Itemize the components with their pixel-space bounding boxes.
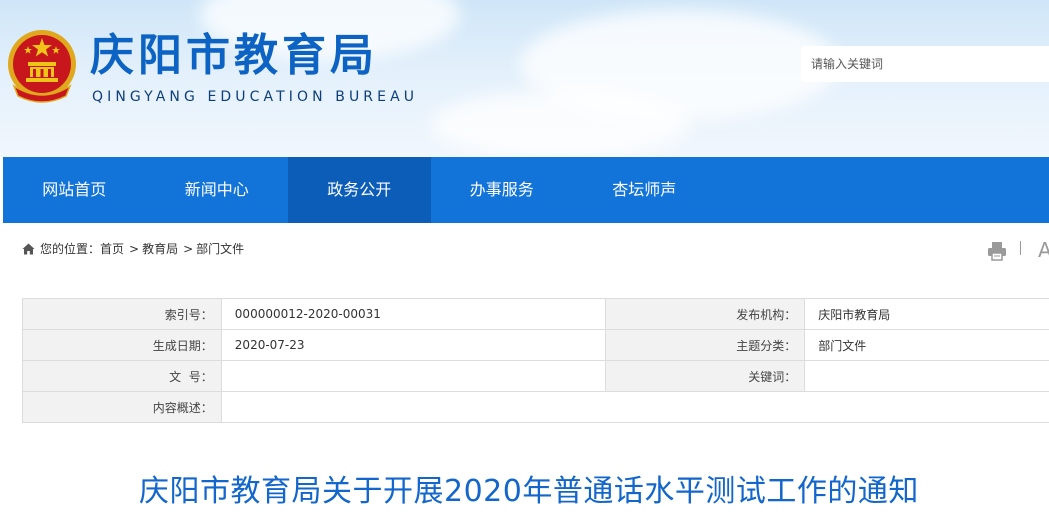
tool-divider <box>1020 241 1021 255</box>
breadcrumb-bureau-link[interactable]: 教育局 <box>142 240 178 258</box>
document-meta-table: 索引号： 000000012-2020-00031 发布机构： 庆阳市教育局 生… <box>22 298 1049 423</box>
date-label: 生成日期： <box>22 329 222 361</box>
header-cloud-decoration <box>430 90 690 157</box>
publisher-label: 发布机构： <box>605 298 806 330</box>
summary-label: 内容概述： <box>22 391 222 423</box>
nav-item-services[interactable]: 办事服务 <box>431 157 574 223</box>
home-icon <box>22 243 35 255</box>
table-row: 索引号： 000000012-2020-00031 发布机构： 庆阳市教育局 <box>22 298 1049 330</box>
table-row: 生成日期： 2020-07-23 主题分类： 部门文件 <box>22 329 1049 361</box>
site-subtitle: QINGYANG EDUCATION BUREAU <box>92 89 419 105</box>
font-size-button[interactable]: A <box>1038 238 1049 262</box>
index-label: 索引号： <box>22 298 222 330</box>
summary-value <box>220 391 1049 423</box>
breadcrumb: 您的位置： 首页 > 教育局 > 部门文件 <box>22 240 244 258</box>
index-value: 000000012-2020-00031 <box>220 298 607 330</box>
breadcrumb-separator: > <box>183 242 194 256</box>
category-value: 部门文件 <box>804 329 1049 361</box>
site-title: 庆阳市教育局 <box>90 30 378 81</box>
keywords-value <box>804 360 1049 392</box>
breadcrumb-home-link[interactable]: 首页 <box>100 240 124 258</box>
search-input[interactable] <box>801 46 1049 82</box>
table-row: 文 号： 关键词： <box>22 360 1049 392</box>
table-row: 内容概述： <box>22 391 1049 423</box>
nav-item-news[interactable]: 新闻中心 <box>146 157 289 223</box>
article-title: 庆阳市教育局关于开展2020年普通话水平测试工作的通知 <box>139 474 919 509</box>
breadcrumb-prefix: 您的位置： <box>40 242 101 256</box>
national-emblem-icon <box>8 30 76 103</box>
date-value: 2020-07-23 <box>220 329 607 361</box>
print-icon[interactable] <box>987 241 1007 261</box>
keywords-label: 关键词： <box>605 360 806 392</box>
docno-value <box>220 360 607 392</box>
breadcrumb-separator: > <box>129 242 140 256</box>
nav-item-teacher-voice[interactable]: 杏坛师声 <box>573 157 716 223</box>
publisher-value: 庆阳市教育局 <box>804 298 1049 330</box>
category-label: 主题分类： <box>605 329 806 361</box>
nav-item-government-affairs[interactable]: 政务公开 <box>288 157 431 223</box>
site-header: 庆阳市教育局 QINGYANG EDUCATION BUREAU <box>0 0 1049 157</box>
docno-label: 文 号： <box>22 360 222 392</box>
breadcrumb-department-docs-link[interactable]: 部门文件 <box>196 240 244 258</box>
main-nav: 网站首页 新闻中心 政务公开 办事服务 杏坛师声 <box>3 157 1049 223</box>
nav-item-home[interactable]: 网站首页 <box>3 157 146 223</box>
